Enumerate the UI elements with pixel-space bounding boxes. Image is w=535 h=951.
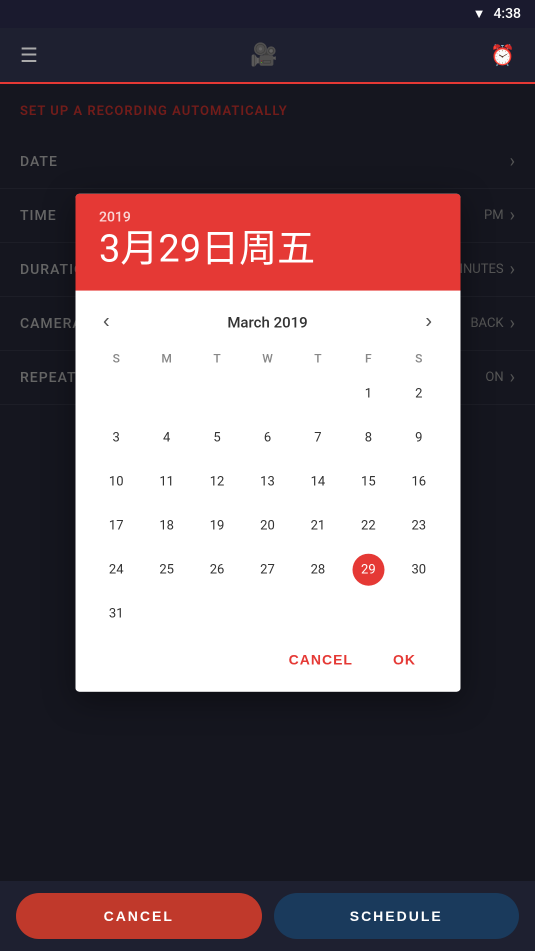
main-content: SET UP A RECORDING AUTOMATICALLY DATE › … (0, 84, 535, 881)
day-25[interactable]: 25 (141, 548, 191, 592)
calendar-nav: ‹ March 2019 › (91, 299, 444, 346)
day-18[interactable]: 18 (141, 504, 191, 548)
calendar-grid: S M T W T F S 1 2 3 4 5 6 7 (91, 346, 444, 636)
day-3[interactable]: 3 (91, 416, 141, 460)
day-5[interactable]: 5 (192, 416, 242, 460)
day-empty (242, 592, 292, 636)
day-empty (343, 592, 393, 636)
day-header-fri: F (343, 346, 393, 372)
day-2[interactable]: 2 (394, 372, 444, 416)
day-1[interactable]: 1 (343, 372, 393, 416)
day-6[interactable]: 6 (242, 416, 292, 460)
day-21[interactable]: 21 (293, 504, 343, 548)
day-24[interactable]: 24 (91, 548, 141, 592)
top-nav: ☰ 🎥 ⏰ (0, 28, 535, 84)
day-empty (192, 372, 242, 416)
calendar-body: ‹ March 2019 › S M T W T F S 1 2 (75, 291, 460, 692)
day-header-sat: S (394, 346, 444, 372)
day-header-tue: T (192, 346, 242, 372)
day-31[interactable]: 31 (91, 592, 141, 636)
bottom-bar: CANCEL SCHEDULE (0, 881, 535, 951)
dialog-ok-button[interactable]: OK (381, 644, 428, 676)
day-15[interactable]: 15 (343, 460, 393, 504)
dialog-actions: CANCEL OK (91, 636, 444, 692)
prev-month-button[interactable]: ‹ (95, 307, 118, 338)
day-19[interactable]: 19 (192, 504, 242, 548)
day-10[interactable]: 10 (91, 460, 141, 504)
day-4[interactable]: 4 (141, 416, 191, 460)
day-30[interactable]: 30 (394, 548, 444, 592)
day-11[interactable]: 11 (141, 460, 191, 504)
camera-icon[interactable]: 🎥 (250, 43, 277, 68)
day-17[interactable]: 17 (91, 504, 141, 548)
alarm-icon[interactable]: ⏰ (490, 43, 515, 67)
day-empty (141, 372, 191, 416)
month-label: March 2019 (227, 313, 307, 331)
day-empty (293, 372, 343, 416)
day-header-wed: W (242, 346, 292, 372)
day-empty (192, 592, 242, 636)
day-empty (141, 592, 191, 636)
wifi-icon: ▼ (473, 6, 486, 22)
status-time: 4:38 (493, 6, 521, 22)
date-picker-dialog: 2019 3月29日周五 ‹ March 2019 › S M T W T F … (75, 193, 460, 692)
dialog-cancel-button[interactable]: CANCEL (277, 644, 365, 676)
day-26[interactable]: 26 (192, 548, 242, 592)
day-empty (91, 372, 141, 416)
day-8[interactable]: 8 (343, 416, 393, 460)
day-7[interactable]: 7 (293, 416, 343, 460)
day-23[interactable]: 23 (394, 504, 444, 548)
day-16[interactable]: 16 (394, 460, 444, 504)
day-14[interactable]: 14 (293, 460, 343, 504)
day-empty (293, 592, 343, 636)
next-month-button[interactable]: › (417, 307, 440, 338)
day-27[interactable]: 27 (242, 548, 292, 592)
day-12[interactable]: 12 (192, 460, 242, 504)
day-20[interactable]: 20 (242, 504, 292, 548)
day-empty (242, 372, 292, 416)
dialog-year: 2019 (99, 209, 436, 225)
menu-icon[interactable]: ☰ (20, 43, 38, 67)
dialog-date-display: 3月29日周五 (99, 229, 436, 271)
status-bar: ▼ 4:38 (0, 0, 535, 28)
day-13[interactable]: 13 (242, 460, 292, 504)
day-empty (394, 592, 444, 636)
dialog-header: 2019 3月29日周五 (75, 193, 460, 291)
day-header-thu: T (293, 346, 343, 372)
bottom-schedule-button[interactable]: SCHEDULE (274, 893, 520, 939)
day-22[interactable]: 22 (343, 504, 393, 548)
day-header-sun: S (91, 346, 141, 372)
day-9[interactable]: 9 (394, 416, 444, 460)
day-29-selected[interactable]: 29 (343, 548, 393, 592)
bottom-cancel-button[interactable]: CANCEL (16, 893, 262, 939)
day-header-mon: M (141, 346, 191, 372)
day-28[interactable]: 28 (293, 548, 343, 592)
